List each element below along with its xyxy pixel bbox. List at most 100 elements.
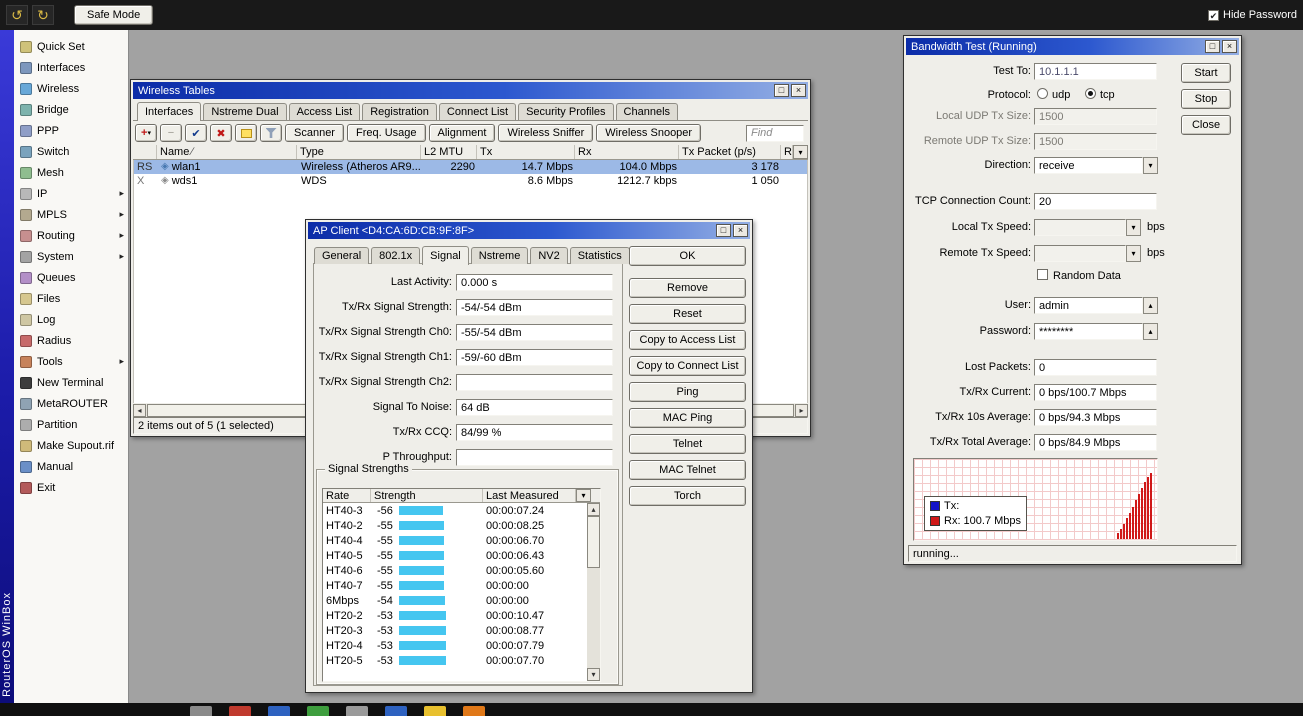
tab-nstreme[interactable]: Nstreme — [471, 247, 529, 264]
direction-select[interactable]: receive — [1034, 157, 1143, 174]
tab-registration[interactable]: Registration — [362, 103, 437, 120]
tab-signal[interactable]: Signal — [422, 246, 469, 265]
protocol-tcp-radio[interactable] — [1085, 88, 1096, 99]
sidebar-item-queues[interactable]: Queues — [14, 267, 128, 288]
sidebar-item-mpls[interactable]: MPLS▸ — [14, 204, 128, 225]
protocol-udp-radio[interactable] — [1037, 88, 1048, 99]
sidebar-item-interfaces[interactable]: Interfaces — [14, 57, 128, 78]
torch-button[interactable]: Torch — [629, 486, 746, 506]
scroll-left-icon[interactable]: ◂ — [133, 404, 146, 417]
taskbar-app-7[interactable] — [424, 706, 446, 716]
wireless-table-row[interactable]: X◈wds1WDS8.6 Mbps1212.7 kbps1 050 — [134, 174, 807, 188]
taskbar-app-5[interactable] — [346, 706, 368, 716]
minimize-icon[interactable]: □ — [1205, 40, 1220, 53]
tx-rx-ccq-input[interactable]: 84/99 % — [456, 424, 613, 441]
sidebar-item-supout[interactable]: Make Supout.rif — [14, 435, 128, 456]
hide-password-checkbox[interactable]: ✔ — [1208, 10, 1219, 21]
column-header-rx2[interactable]: Rx▾ — [781, 145, 793, 159]
wireless-snooper-button[interactable]: Wireless Snooper — [596, 124, 701, 142]
last-activity-input[interactable]: 0.000 s — [456, 274, 613, 291]
ok-button[interactable]: OK — [629, 246, 746, 266]
p-throughput-input[interactable] — [456, 449, 613, 466]
scroll-thumb[interactable] — [587, 516, 600, 568]
user-expand-icon[interactable]: ▴ — [1143, 297, 1158, 314]
close-icon[interactable]: × — [733, 224, 748, 237]
tab-statistics[interactable]: Statistics — [570, 247, 630, 264]
password-expand-icon[interactable]: ▴ — [1143, 323, 1158, 340]
sidebar-item-routing[interactable]: Routing▸ — [14, 225, 128, 246]
taskbar-app-8[interactable] — [463, 706, 485, 716]
tab-nv2[interactable]: NV2 — [530, 247, 567, 264]
scanner-button[interactable]: Scanner — [285, 124, 344, 142]
remove-button[interactable]: − — [160, 124, 182, 142]
tab-general[interactable]: General — [314, 247, 369, 264]
signal-strength-row[interactable]: HT40-2-5500:00:08.25 — [323, 518, 600, 533]
remote-tx-speed-dropdown-icon[interactable]: ▾ — [1126, 245, 1141, 262]
reset-button[interactable]: Reset — [629, 304, 746, 324]
taskbar-app-4[interactable] — [307, 706, 329, 716]
tx-rx-signal-strength-ch1-input[interactable]: -59/-60 dBm — [456, 349, 613, 366]
column-header-type[interactable]: Type — [297, 145, 421, 159]
column-header-l2mtu[interactable]: L2 MTU — [421, 145, 477, 159]
signal-strength-row[interactable]: 6Mbps-5400:00:00 — [323, 593, 600, 608]
column-chooser-icon[interactable]: ▾ — [576, 489, 591, 502]
close-icon[interactable]: × — [791, 84, 806, 97]
taskbar-app-2[interactable] — [229, 706, 251, 716]
tab-security-profiles[interactable]: Security Profiles — [518, 103, 613, 120]
signal-strength-row[interactable]: HT20-2-5300:00:10.47 — [323, 608, 600, 623]
safe-mode-button[interactable]: Safe Mode — [74, 5, 153, 25]
mac-ping-button[interactable]: MAC Ping — [629, 408, 746, 428]
remote-udp-tx-size-input[interactable]: 1500 — [1034, 133, 1157, 150]
freq-usage-button[interactable]: Freq. Usage — [347, 124, 426, 142]
sidebar-item-system[interactable]: System▸ — [14, 246, 128, 267]
sidebar-item-switch[interactable]: Switch — [14, 141, 128, 162]
sidebar-item-files[interactable]: Files — [14, 288, 128, 309]
sidebar-item-quickset[interactable]: Quick Set — [14, 36, 128, 57]
taskbar-app-6[interactable] — [385, 706, 407, 716]
disable-button[interactable]: ✖ — [210, 124, 232, 142]
wireless-table-row[interactable]: RS◈wlan1Wireless (Atheros AR9...229014.7… — [134, 160, 807, 174]
enable-button[interactable]: ✔ — [185, 124, 207, 142]
taskbar-app-1[interactable] — [190, 706, 212, 716]
column-header-name[interactable]: Name∕ — [157, 145, 297, 159]
password-input[interactable]: ******** — [1034, 323, 1143, 340]
scroll-up-icon[interactable]: ▴ — [587, 503, 600, 516]
signal-strength-row[interactable]: HT40-5-5500:00:06.43 — [323, 548, 600, 563]
wireless-sniffer-button[interactable]: Wireless Sniffer — [498, 124, 593, 142]
ping-button[interactable]: Ping — [629, 382, 746, 402]
sidebar-item-metarouter[interactable]: MetaROUTER — [14, 393, 128, 414]
direction-dropdown-icon[interactable]: ▾ — [1143, 157, 1158, 174]
local-udp-tx-size-input[interactable]: 1500 — [1034, 108, 1157, 125]
signal-strength-row[interactable]: HT20-3-5300:00:08.77 — [323, 623, 600, 638]
add-button[interactable]: +▾ — [135, 124, 157, 142]
tab-channels[interactable]: Channels — [616, 103, 678, 120]
local-tx-speed-dropdown-icon[interactable]: ▾ — [1126, 219, 1141, 236]
sidebar-item-exit[interactable]: Exit — [14, 477, 128, 498]
tab-interfaces[interactable]: Interfaces — [137, 102, 201, 121]
local-tx-speed-input[interactable] — [1034, 219, 1126, 236]
close-button[interactable]: Close — [1181, 115, 1231, 135]
copy-to-access-list-button[interactable]: Copy to Access List — [629, 330, 746, 350]
minimize-icon[interactable]: □ — [774, 84, 789, 97]
sidebar-item-bridge[interactable]: Bridge — [14, 99, 128, 120]
bandwidth-test-titlebar[interactable]: Bandwidth Test (Running) □ × — [906, 38, 1239, 55]
telnet-button[interactable]: Telnet — [629, 434, 746, 454]
sidebar-item-radius[interactable]: Radius — [14, 330, 128, 351]
start-button[interactable]: Start — [1181, 63, 1231, 83]
signal-strength-row[interactable]: HT20-4-5300:00:07.79 — [323, 638, 600, 653]
wireless-tables-titlebar[interactable]: Wireless Tables □ × — [133, 82, 808, 99]
column-chooser-icon[interactable]: ▾ — [793, 145, 808, 159]
scroll-right-icon[interactable]: ▸ — [795, 404, 808, 417]
comment-button[interactable] — [235, 124, 257, 142]
close-icon[interactable]: × — [1222, 40, 1237, 53]
tcp-connection-count-input[interactable]: 20 — [1034, 193, 1157, 210]
signal-column-header-strength[interactable]: Strength — [371, 489, 483, 502]
tab-nstreme-dual[interactable]: Nstreme Dual — [203, 103, 286, 120]
tx-rx-signal-strength-ch0-input[interactable]: -55/-54 dBm — [456, 324, 613, 341]
scroll-down-icon[interactable]: ▾ — [587, 668, 600, 681]
column-header-flags[interactable] — [133, 145, 157, 159]
sidebar-item-manual[interactable]: Manual — [14, 456, 128, 477]
tab-access-list[interactable]: Access List — [289, 103, 361, 120]
signal-strength-row[interactable]: HT40-4-5500:00:06.70 — [323, 533, 600, 548]
mac-telnet-button[interactable]: MAC Telnet — [629, 460, 746, 480]
